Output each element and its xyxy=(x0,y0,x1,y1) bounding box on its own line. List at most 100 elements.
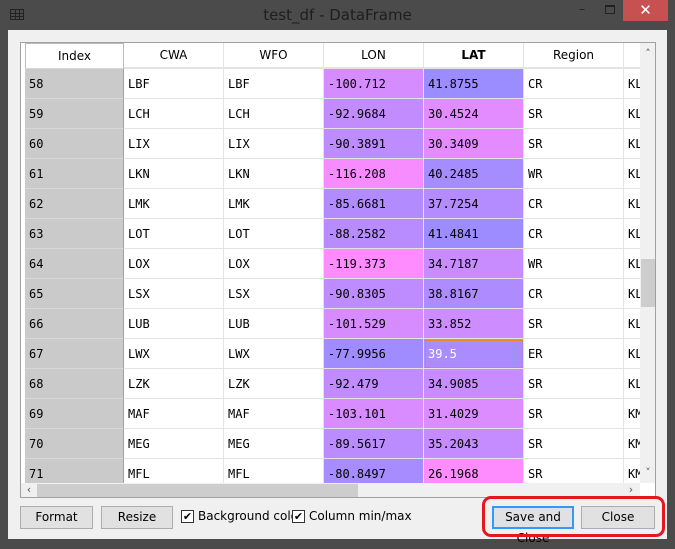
region-cell[interactable]: WR xyxy=(524,249,624,279)
extra-cell[interactable]: KL xyxy=(624,69,641,99)
extra-cell[interactable]: KL xyxy=(624,99,641,129)
extra-cell[interactable]: KL xyxy=(624,309,641,339)
scroll-right-icon[interactable]: › xyxy=(624,483,638,497)
region-cell[interactable]: CR xyxy=(524,279,624,309)
region-cell[interactable]: ER xyxy=(524,339,624,369)
scroll-down-icon[interactable]: ˅ xyxy=(641,466,655,480)
lon-cell[interactable]: -80.8497 xyxy=(324,459,424,483)
maximize-button[interactable] xyxy=(597,0,623,21)
region-cell[interactable]: CR xyxy=(524,219,624,249)
window-close-button[interactable]: ✕ xyxy=(623,0,668,21)
dataframe-table[interactable]: Index CWA WFO LON LAT Region 58 LBF LBF -100.712 4… xyxy=(20,42,656,498)
resize-button[interactable]: Resize xyxy=(101,506,173,529)
lat-cell[interactable]: 41.8755 xyxy=(424,69,524,99)
lat-cell[interactable]: 35.2043 xyxy=(424,429,524,459)
column-minmax-checkbox[interactable]: ✔ xyxy=(292,510,305,523)
wfo-cell[interactable]: LBF xyxy=(224,69,324,99)
lat-cell[interactable]: 33.852 xyxy=(424,309,524,339)
wfo-cell[interactable]: LIX xyxy=(224,129,324,159)
lon-cell[interactable]: -88.2582 xyxy=(324,219,424,249)
table-row[interactable]: 58LBFLBF-100.71241.8755CRKL xyxy=(25,69,641,99)
extra-cell[interactable]: KL xyxy=(624,369,641,399)
lat-cell[interactable]: 31.4029 xyxy=(424,399,524,429)
lat-cell[interactable]: 26.1968 xyxy=(424,459,524,483)
cwa-cell[interactable]: LMK xyxy=(124,189,224,219)
cwa-cell[interactable]: LKN xyxy=(124,159,224,189)
column-header-index[interactable]: Index xyxy=(25,43,124,68)
scroll-left-icon[interactable]: ‹ xyxy=(22,483,36,497)
lon-cell[interactable]: -85.6681 xyxy=(324,189,424,219)
vertical-scrollbar[interactable]: ˄ ˅ xyxy=(640,43,655,483)
extra-cell[interactable]: KM xyxy=(624,459,641,483)
extra-cell[interactable]: KL xyxy=(624,339,641,369)
region-cell[interactable]: SR xyxy=(524,99,624,129)
wfo-cell[interactable]: MAF xyxy=(224,399,324,429)
extra-cell[interactable]: KL xyxy=(624,219,641,249)
table-row[interactable]: 65LSXLSX-90.830538.8167CRKL xyxy=(25,279,641,309)
region-cell[interactable]: SR xyxy=(524,399,624,429)
extra-cell[interactable]: KL xyxy=(624,279,641,309)
region-cell[interactable]: SR xyxy=(524,459,624,483)
cwa-cell[interactable]: LOT xyxy=(124,219,224,249)
lon-cell[interactable]: -89.5617 xyxy=(324,429,424,459)
table-row[interactable]: 64LOXLOX-119.37334.7187WRKL xyxy=(25,249,641,279)
table-row[interactable]: 61LKNLKN-116.20840.2485WRKL xyxy=(25,159,641,189)
table-row[interactable]: 59LCHLCH-92.968430.4524SRKL xyxy=(25,99,641,129)
region-cell[interactable]: SR xyxy=(524,369,624,399)
region-cell[interactable]: WR xyxy=(524,159,624,189)
lat-cell[interactable]: 37.7254 xyxy=(424,189,524,219)
region-cell[interactable]: SR xyxy=(524,309,624,339)
background-color-checkbox[interactable]: ✔ xyxy=(181,510,194,523)
lat-cell[interactable]: 38.8167 xyxy=(424,279,524,309)
extra-cell[interactable]: KM xyxy=(624,429,641,459)
wfo-cell[interactable]: LSX xyxy=(224,279,324,309)
cwa-cell[interactable]: LSX xyxy=(124,279,224,309)
cwa-cell[interactable]: LIX xyxy=(124,129,224,159)
extra-cell[interactable]: KL xyxy=(624,129,641,159)
table-row[interactable]: 67LWXLWX-77.995639.5ERKL xyxy=(25,339,641,369)
wfo-cell[interactable]: MEG xyxy=(224,429,324,459)
background-color-label[interactable]: Background color xyxy=(198,509,303,523)
lat-cell[interactable]: 34.7187 xyxy=(424,249,524,279)
cwa-cell[interactable]: LCH xyxy=(124,99,224,129)
lon-cell[interactable]: -92.479 xyxy=(324,369,424,399)
horizontal-scroll-thumb[interactable] xyxy=(37,484,358,497)
lat-cell[interactable]: 34.9085 xyxy=(424,369,524,399)
column-minmax-label[interactable]: Column min/max xyxy=(309,509,412,523)
scroll-up-icon[interactable]: ˄ xyxy=(641,47,655,61)
wfo-cell[interactable]: LOT xyxy=(224,219,324,249)
table-row[interactable]: 66LUBLUB-101.52933.852SRKL xyxy=(25,309,641,339)
extra-cell[interactable]: KM xyxy=(624,399,641,429)
lon-cell[interactable]: -77.9956 xyxy=(324,339,424,369)
column-header-more[interactable] xyxy=(624,43,641,68)
cwa-cell[interactable]: MEG xyxy=(124,429,224,459)
cwa-cell[interactable]: LOX xyxy=(124,249,224,279)
table-row[interactable]: 62LMKLMK-85.668137.7254CRKL xyxy=(25,189,641,219)
table-row[interactable]: 60LIXLIX-90.389130.3409SRKL xyxy=(25,129,641,159)
lon-cell[interactable]: -101.529 xyxy=(324,309,424,339)
column-header-lat[interactable]: LAT xyxy=(424,43,524,68)
lon-cell[interactable]: -90.3891 xyxy=(324,129,424,159)
cwa-cell[interactable]: LZK xyxy=(124,369,224,399)
lat-cell[interactable]: 41.4841 xyxy=(424,219,524,249)
wfo-cell[interactable]: LOX xyxy=(224,249,324,279)
table-row[interactable]: 69MAFMAF-103.10131.4029SRKM xyxy=(25,399,641,429)
table-row[interactable]: 71MFLMFL-80.849726.1968SRKM xyxy=(25,459,641,483)
table-row[interactable]: 70MEGMEG-89.561735.2043SRKM xyxy=(25,429,641,459)
extra-cell[interactable]: KL xyxy=(624,249,641,279)
lat-cell[interactable]: 39.5 xyxy=(424,339,524,369)
lon-cell[interactable]: -116.208 xyxy=(324,159,424,189)
wfo-cell[interactable]: LMK xyxy=(224,189,324,219)
wfo-cell[interactable]: MFL xyxy=(224,459,324,483)
extra-cell[interactable]: KL xyxy=(624,159,641,189)
region-cell[interactable]: CR xyxy=(524,189,624,219)
column-header-cwa[interactable]: CWA xyxy=(124,43,224,68)
lon-cell[interactable]: -103.101 xyxy=(324,399,424,429)
extra-cell[interactable]: KL xyxy=(624,189,641,219)
cwa-cell[interactable]: LWX xyxy=(124,339,224,369)
column-header-region[interactable]: Region xyxy=(524,43,624,68)
table-row[interactable]: 68LZKLZK-92.47934.9085SRKL xyxy=(25,369,641,399)
lon-cell[interactable]: -90.8305 xyxy=(324,279,424,309)
wfo-cell[interactable]: LKN xyxy=(224,159,324,189)
cwa-cell[interactable]: MAF xyxy=(124,399,224,429)
